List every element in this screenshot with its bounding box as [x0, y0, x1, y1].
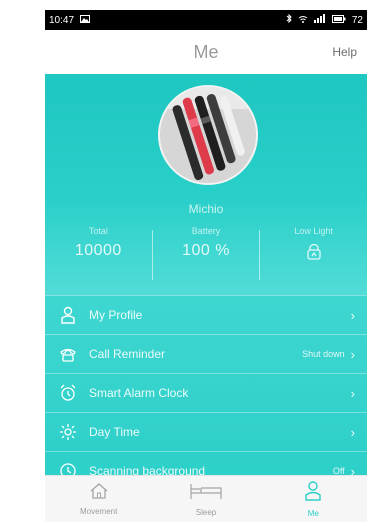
tab-me[interactable]: Me — [260, 476, 367, 522]
phone-icon — [57, 343, 79, 365]
menu-item-label: My Profile — [89, 308, 143, 322]
person-icon — [57, 304, 79, 326]
stat-total: Total 10000 — [45, 222, 152, 288]
person-icon — [304, 480, 322, 507]
chevron-right-icon: › — [350, 307, 355, 323]
lock-icon — [260, 242, 367, 265]
stat-label: Battery — [191, 226, 221, 236]
profile-section: Michio Total 10000 Battery 100 % Low Lig… — [45, 74, 367, 295]
top-nav: Me Help — [45, 30, 367, 74]
avatar[interactable] — [158, 85, 258, 185]
tab-label: Me — [307, 509, 319, 518]
alarm-icon — [57, 382, 79, 404]
clock: 10:47 — [49, 14, 75, 26]
menu-item-call-reminder[interactable]: Call Reminder Shut down › — [45, 334, 367, 373]
status-bar: 10:47 72 — [45, 10, 367, 30]
sun-icon — [57, 421, 79, 443]
tab-label: Movement — [79, 507, 118, 516]
chevron-right-icon: › — [350, 424, 355, 440]
chevron-right-icon: › — [350, 346, 355, 362]
tab-label: Sleep — [195, 508, 217, 517]
battery-level: 72 — [351, 14, 363, 26]
stat-low-light: Low Light — [260, 222, 367, 288]
battery-icon — [331, 14, 346, 26]
menu-item-smart-alarm[interactable]: Smart Alarm Clock › — [45, 373, 367, 412]
chevron-right-icon: › — [350, 385, 355, 401]
menu-item-label: Smart Alarm Clock — [89, 386, 189, 400]
menu-item-my-profile[interactable]: My Profile › — [45, 295, 367, 334]
tab-sleep[interactable]: Sleep — [152, 476, 259, 522]
settings-list: My Profile › Call Reminder Shut down › S… — [45, 295, 367, 490]
stat-label: Low Light — [294, 226, 333, 236]
menu-item-label: Call Reminder — [89, 347, 166, 361]
menu-item-value: Shut down — [302, 349, 345, 359]
menu-item-label: Day Time — [89, 425, 140, 439]
help-link[interactable]: Help — [332, 30, 357, 74]
stat-label: Total — [88, 226, 108, 236]
stat-battery: Battery 100 % — [153, 222, 260, 288]
phone-screen: 10:47 72 Me Help Michio Total 10000 Batt… — [45, 10, 367, 522]
tab-movement[interactable]: Movement — [45, 476, 152, 522]
username: Michio — [188, 202, 224, 216]
page-title: Me — [193, 42, 219, 62]
image-icon — [80, 14, 91, 26]
signal-icon — [313, 14, 326, 26]
stat-value: 100 % — [182, 242, 230, 259]
bluetooth-icon — [286, 13, 292, 27]
house-icon — [89, 482, 109, 505]
wifi-icon — [298, 15, 308, 26]
stats-row: Total 10000 Battery 100 % Low Light — [45, 222, 367, 288]
menu-item-day-time[interactable]: Day Time › — [45, 412, 367, 451]
stat-value: 10000 — [74, 242, 122, 259]
bottom-tab-bar: Movement Sleep Me — [45, 475, 367, 522]
bed-icon — [189, 481, 223, 506]
